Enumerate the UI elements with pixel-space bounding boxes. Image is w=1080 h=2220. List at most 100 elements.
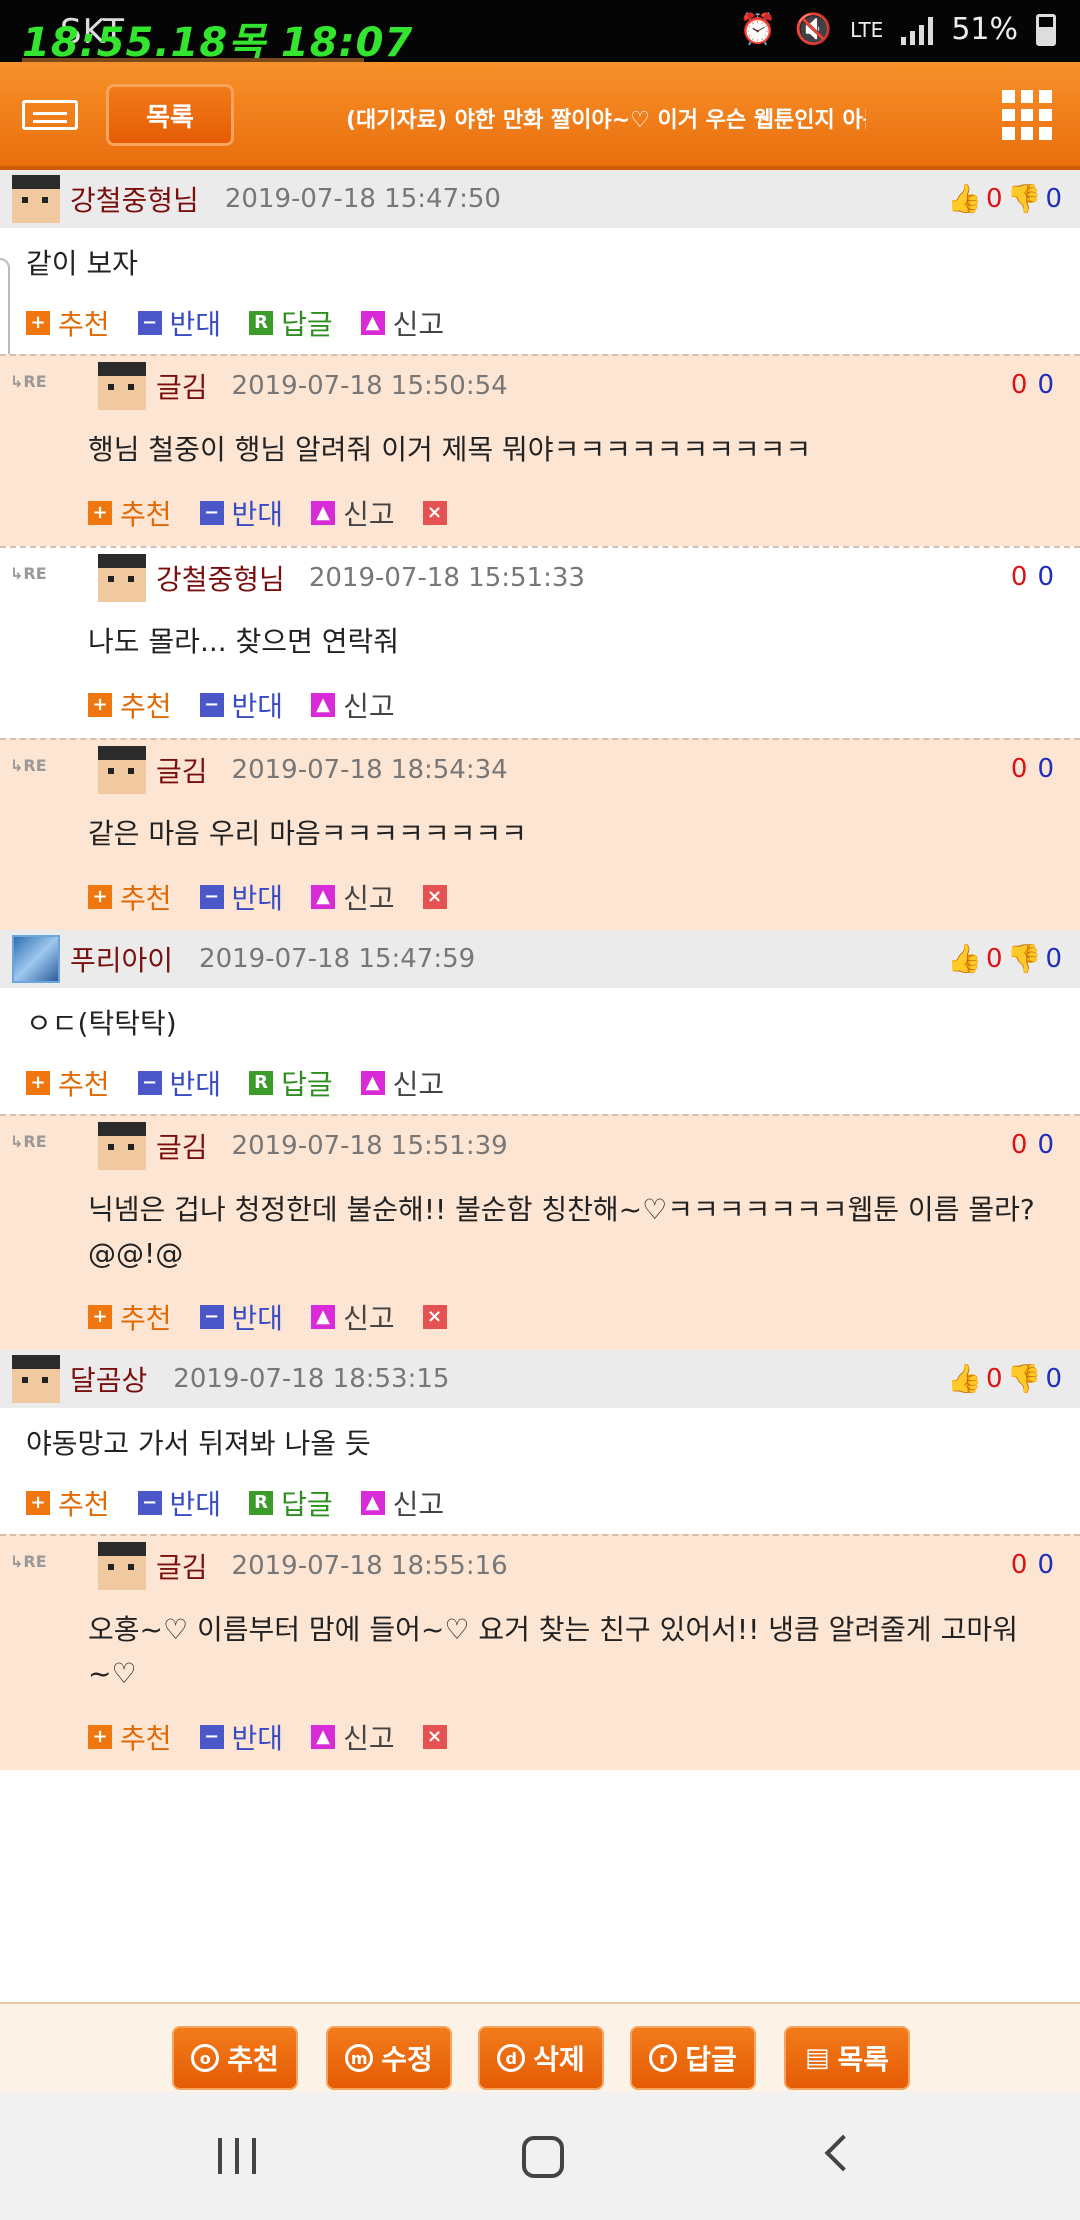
grid-menu-icon[interactable] [1002, 90, 1052, 140]
minus-icon: − [199, 1305, 224, 1329]
plus-icon: + [26, 1491, 50, 1515]
upvote-count: 0 [1010, 1130, 1028, 1160]
report-action[interactable]: ▲ 신고 [311, 685, 395, 725]
recommend-action[interactable]: + 추천 [88, 1297, 172, 1337]
reply-text: 닉넴은 겁나 청정한데 불순해!! 불순함 칭찬해~♡ㅋㅋㅋㅋㅋㅋㅋ웹툰 이름 … [88, 1193, 1035, 1270]
timestamp: 2019-07-18 15:51:39 [231, 1131, 508, 1161]
recommend-action-label: 추천 [120, 498, 172, 531]
recent-apps-icon[interactable] [218, 2138, 256, 2174]
status-bar: SKT 18:55.18목 18:07 ⏰ 🔇 LTE 51% [0, 0, 1080, 72]
report-action-label: 신고 [343, 1722, 395, 1755]
list-bottom-button[interactable]: ▤ 목록 [784, 2026, 910, 2090]
username[interactable]: 글김 [156, 366, 208, 406]
home-icon[interactable] [522, 2136, 564, 2178]
username[interactable]: 글김 [156, 1126, 208, 1166]
avatar [98, 1122, 146, 1170]
oppose-action[interactable]: − 반대 [137, 1483, 221, 1523]
report-action[interactable]: ▲ 신고 [311, 493, 395, 533]
delete-action[interactable]: × [422, 1305, 455, 1329]
timestamp: 2019-07-18 18:54:34 [231, 755, 508, 785]
oppose-action[interactable]: − 반대 [199, 877, 284, 917]
report-action-label: 신고 [392, 308, 445, 341]
thumbs-down-icon[interactable]: 👎 [1007, 1362, 1042, 1395]
reply-actions: + 추천 − 반대 ▲ 신고 × [0, 864, 1080, 930]
circle-r-icon: r [649, 2044, 678, 2072]
username[interactable]: 글김 [156, 1546, 208, 1586]
reply-action-label: 답글 [281, 1488, 333, 1521]
delete-button[interactable]: d 삭제 [478, 2026, 604, 2090]
menu-icon[interactable] [22, 100, 78, 130]
report-action-label: 신고 [343, 498, 395, 531]
reply-text: 행님 철중이 행님 알려줘 이거 제목 뭐야ㅋㅋㅋㅋㅋㅋㅋㅋㅋㅋ [88, 433, 812, 466]
recommend-action[interactable]: + 추천 [88, 877, 172, 917]
recommend-action-label: 추천 [120, 690, 172, 723]
recommend-action-label: 추천 [58, 1488, 110, 1521]
back-icon[interactable] [824, 2134, 862, 2172]
vote-counts: 👍 0 👎 0 [947, 942, 1062, 975]
report-action[interactable]: ▲ 신고 [311, 1297, 395, 1337]
oppose-action[interactable]: − 반대 [199, 1717, 284, 1757]
comment-text: 야동망고 가서 뒤져봐 나올 듯 [26, 1427, 371, 1460]
reply-header: ↳RE 글김 2019-07-18 18:55:16 0 0 [0, 1536, 1080, 1596]
recommend-action-label: 추천 [120, 1722, 172, 1755]
avatar [98, 1542, 146, 1590]
top-nav-bar: 목록 (대기자료) 야한 만화 짤이야~♡ 이거 우슨 웹툰인지 아는 사.. [0, 62, 1080, 170]
plus-icon: + [88, 1305, 112, 1329]
siren-icon: ▲ [311, 693, 336, 717]
system-nav-bar [0, 2092, 1080, 2220]
reply-button[interactable]: r 답글 [630, 2026, 756, 2090]
username[interactable]: 글김 [156, 750, 208, 790]
downvote-count: 0 [1037, 1550, 1054, 1580]
siren-icon: ▲ [311, 885, 336, 909]
oppose-action[interactable]: − 반대 [199, 1297, 283, 1337]
list-button[interactable]: 목록 [106, 84, 234, 146]
username[interactable]: 강철중형님 [156, 558, 285, 598]
oppose-action-label: 반대 [231, 1722, 284, 1755]
report-action[interactable]: ▲ 신고 [360, 303, 445, 343]
recommend-action[interactable]: + 추천 [26, 1063, 110, 1103]
close-icon: × [422, 1725, 447, 1749]
report-action[interactable]: ▲ 신고 [360, 1483, 444, 1523]
oppose-action-label: 반대 [231, 882, 284, 915]
thumbs-up-icon[interactable]: 👍 [947, 1362, 982, 1395]
reply-action[interactable]: R 답글 [249, 1063, 333, 1103]
delete-action[interactable]: × [422, 885, 455, 909]
oppose-action[interactable]: − 반대 [199, 493, 283, 533]
delete-action[interactable]: × [422, 501, 455, 525]
username[interactable]: 달곰상 [70, 1359, 147, 1399]
report-action[interactable]: ▲ 신고 [311, 877, 395, 917]
reply-actions: + 추천 − 반대 ▲ 신고 [0, 672, 1080, 738]
avatar [12, 1355, 60, 1403]
oppose-action[interactable]: − 반대 [199, 685, 283, 725]
reply-text: 오홍~♡ 이름부터 맘에 들어~♡ 요거 찾는 친구 있어서!! 냉큼 알려줄게… [88, 1613, 1018, 1690]
recommend-action[interactable]: + 추천 [88, 1717, 172, 1757]
reply-actions: + 추천 − 반대 ▲ 신고 × [0, 1284, 1080, 1350]
siren-icon: ▲ [311, 501, 336, 525]
recommend-action[interactable]: + 추천 [88, 493, 172, 533]
edit-button[interactable]: m 수정 [326, 2026, 452, 2090]
recommend-action[interactable]: + 추천 [26, 1483, 110, 1523]
reply-action[interactable]: R 답글 [249, 303, 333, 343]
timestamp: 2019-07-18 18:55:16 [231, 1551, 508, 1581]
thumbs-up-icon[interactable]: 👍 [947, 182, 982, 215]
username[interactable]: 강철중형님 [70, 179, 199, 219]
thumbs-down-icon[interactable]: 👎 [1007, 942, 1042, 975]
recommend-action[interactable]: + 추천 [26, 303, 110, 343]
upvote-count: 0 [1010, 562, 1028, 592]
oppose-action[interactable]: − 반대 [137, 303, 221, 343]
oppose-action[interactable]: − 반대 [137, 1063, 221, 1103]
delete-action[interactable]: × [422, 1725, 455, 1749]
username[interactable]: 푸리아이 [70, 939, 173, 979]
report-action[interactable]: ▲ 신고 [360, 1063, 444, 1103]
minus-icon: − [199, 885, 224, 909]
minus-icon: − [137, 1491, 162, 1515]
report-action[interactable]: ▲ 신고 [311, 1717, 395, 1757]
thumbs-down-icon[interactable]: 👎 [1007, 182, 1042, 215]
reply-action[interactable]: R 답글 [249, 1483, 333, 1523]
comment: 강철중형님 2019-07-18 15:47:50 👍 0 👎 0 같이 보자 + 추천 − 반대 R… [0, 170, 1080, 930]
recommend-action[interactable]: + 추천 [88, 685, 172, 725]
reply-text: 나도 몰라... 찾으면 연락줘 [88, 625, 400, 658]
vote-counts: 00 [1011, 1130, 1054, 1160]
recommend-button[interactable]: o 추천 [172, 2026, 298, 2090]
thumbs-up-icon[interactable]: 👍 [947, 942, 982, 975]
